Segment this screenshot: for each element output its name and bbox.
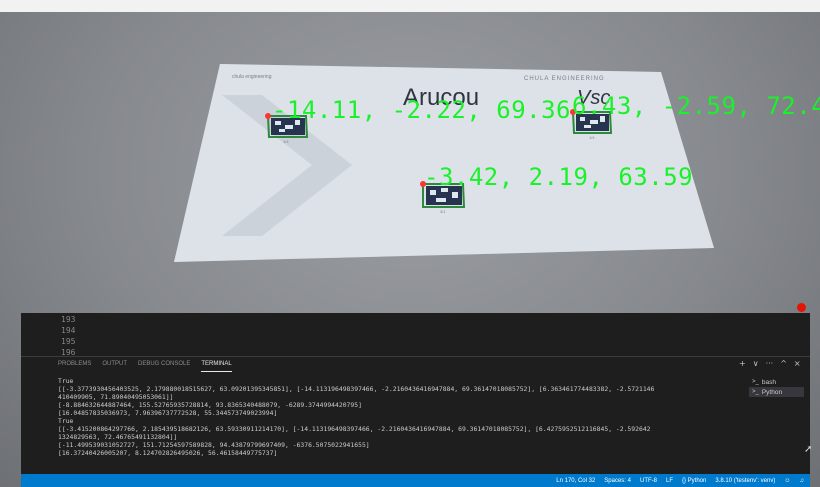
mouse-cursor-icon: ➚ (804, 444, 813, 455)
status-bar: Ln 170, Col 32 Spaces: 4 UTF-8 LF {} Pyt… (21, 474, 810, 487)
pose-label-marker-2: 6.43, -2.59, 72.47 (572, 92, 820, 120)
terminal-line: 410409905, 71.89040495053061]] (58, 393, 174, 401)
terminal-line: [16.04857835036973, 7.96396737772528, 55… (58, 409, 278, 417)
tab-debug-console[interactable]: DEBUG CONSOLE (138, 357, 190, 371)
tab-output[interactable]: OUTPUT (102, 357, 127, 371)
maximize-panel-icon[interactable]: ^ (780, 357, 787, 371)
feedback-icon[interactable]: ☺ (784, 478, 790, 484)
line-number: 194 (61, 326, 76, 335)
pose-label-marker-3: -3.42, 2.19, 63.59 (424, 163, 694, 191)
paper-header-right: CHULA ENGINEERING (524, 76, 605, 82)
terminal-line: True (58, 417, 74, 425)
terminal-line: True (58, 377, 74, 385)
terminal-dropdown-icon[interactable]: ∨ (753, 357, 759, 371)
line-number: 193 (61, 315, 76, 324)
marker-2-caption: 1/4 (589, 135, 595, 140)
close-panel-icon[interactable]: × (794, 357, 801, 371)
terminal-entry-bash[interactable]: >_ bash (749, 377, 804, 387)
tab-terminal[interactable]: TERMINAL (201, 357, 232, 372)
encoding[interactable]: UTF-8 (640, 478, 657, 484)
end-of-line[interactable]: LF (666, 478, 673, 484)
terminal-icon: >_ (752, 389, 759, 395)
recording-dot (797, 303, 806, 312)
marker-3-caption: 3/1 (440, 209, 446, 214)
terminal-line: [-8.884632644887464, 155.52765935728814,… (58, 401, 362, 409)
terminal-entry-python[interactable]: >_ Python (749, 387, 804, 397)
python-interpreter[interactable]: 3.8.10 ('testenv': venv) (715, 478, 775, 484)
panel-tabs: PROBLEMS OUTPUT DEBUG CONSOLE TERMINAL (21, 357, 232, 372)
new-terminal-icon[interactable]: + (739, 357, 746, 371)
terminal-line: 1324829563, 72.46765491132804]] (58, 433, 178, 441)
tab-problems[interactable]: PROBLEMS (58, 357, 91, 371)
more-actions-icon[interactable]: ··· (766, 357, 774, 371)
cursor-position[interactable]: Ln 170, Col 32 (556, 478, 595, 484)
terminal-line: [[-3.415200864297766, 2.185439518682126,… (58, 425, 651, 433)
notifications-icon[interactable]: ♫ (800, 478, 805, 484)
terminal-entry-label: Python (761, 388, 783, 396)
marker-1-caption: 1/4 (283, 139, 289, 144)
terminal-line: [[-3.3773930456403525, 2.179880018515627… (58, 385, 655, 393)
pose-label-marker-1: -14.11, -2.22, 69.36 (272, 96, 571, 124)
bottom-panel: PROBLEMS OUTPUT DEBUG CONSOLE TERMINAL +… (21, 356, 810, 475)
terminal-output[interactable]: True [[-3.3773930456403525, 2.1798800185… (58, 377, 738, 473)
terminal-list: >_ bash >_ Python (749, 377, 804, 397)
language-mode[interactable]: {} Python (682, 478, 706, 484)
line-number: 196 (61, 348, 76, 356)
panel-actions: + ∨ ··· ^ × (739, 357, 801, 371)
terminal-entry-label: bash (761, 378, 776, 386)
terminal-icon: >_ (752, 379, 759, 385)
indentation[interactable]: Spaces: 4 (604, 478, 631, 484)
terminal-line: [16.37240426005207, 8.124702826495026, 5… (58, 449, 278, 457)
code-editor[interactable]: 193 194 195 196 (21, 313, 810, 356)
paper-header-left: chula engineering (232, 74, 272, 80)
line-number: 195 (61, 337, 76, 346)
terminal-line: [-11.499539031052727, 151.71254597589828… (58, 441, 370, 449)
